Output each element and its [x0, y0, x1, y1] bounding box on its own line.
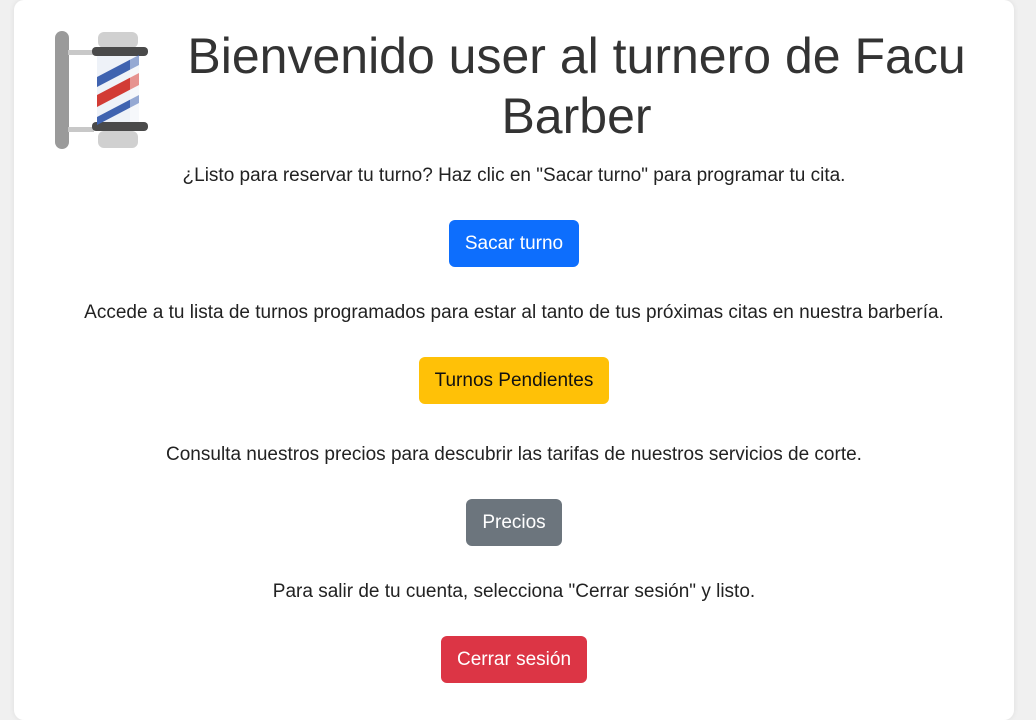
pending-turns-button-row: Turnos Pendientes [14, 357, 1014, 404]
book-turn-button-row: Sacar turno [14, 220, 1014, 267]
logout-description: Para salir de tu cuenta, selecciona "Cer… [272, 581, 756, 602]
prices-button-row: Precios [14, 499, 1014, 546]
pending-turns-button[interactable]: Turnos Pendientes [418, 357, 610, 404]
book-turn-button[interactable]: Sacar turno [448, 220, 580, 267]
logout-button[interactable]: Cerrar sesión [440, 636, 588, 683]
barber-pole-icon [55, 31, 148, 149]
welcome-card: Bienvenido user al turnero de Facu Barbe… [14, 0, 1014, 720]
book-turn-description: ¿Listo para reservar tu turno? Haz clic … [182, 165, 846, 186]
prices-description: Consulta nuestros precios para descubrir… [166, 444, 862, 465]
logout-button-row: Cerrar sesión [14, 636, 1014, 683]
page-title: Bienvenido user al turnero de Facu Barbe… [187, 28, 966, 144]
pending-turns-description: Accede a tu lista de turnos programados … [84, 302, 944, 323]
prices-button[interactable]: Precios [466, 499, 562, 546]
